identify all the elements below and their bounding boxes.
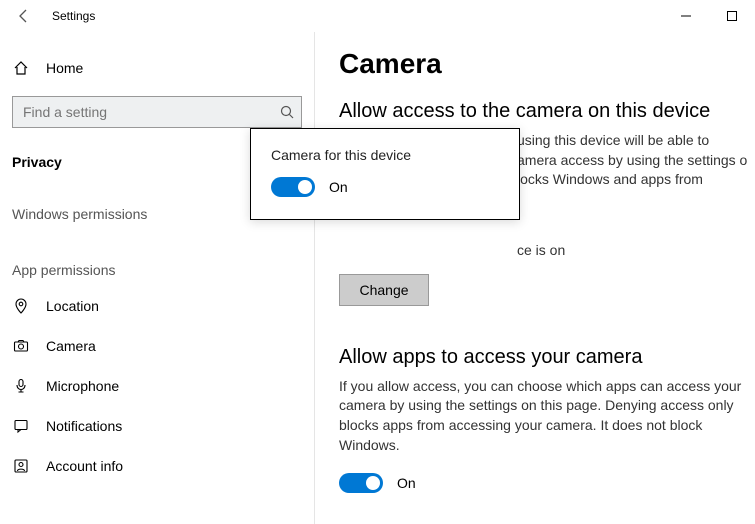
search-icon [280, 105, 294, 119]
camera-icon [12, 338, 30, 354]
sidebar-item-label: Location [46, 298, 99, 314]
device-camera-toggle[interactable] [271, 177, 315, 197]
window-controls [663, 0, 755, 32]
account-icon [12, 458, 30, 474]
microphone-icon [12, 378, 30, 394]
maximize-icon [727, 11, 737, 21]
device-camera-popup: Camera for this device On [250, 128, 520, 220]
section-app-access: Allow apps to access your camera If you … [339, 346, 755, 493]
titlebar: Settings [0, 0, 755, 32]
notifications-icon [12, 418, 30, 434]
sidebar: Home Privacy Windows permissions App per… [0, 32, 315, 524]
back-arrow-icon [16, 8, 32, 24]
sidebar-item-label: Microphone [46, 378, 119, 394]
device-camera-toggle-row: On [271, 177, 499, 197]
sidebar-item-label: Home [46, 60, 83, 76]
sidebar-item-camera[interactable]: Camera [0, 326, 314, 366]
app-access-toggle-row: On [339, 473, 755, 493]
home-icon [12, 60, 30, 76]
sidebar-item-label: Notifications [46, 418, 122, 434]
sidebar-item-label: Account info [46, 458, 123, 474]
sidebar-item-microphone[interactable]: Microphone [0, 366, 314, 406]
section-title: Allow access to the camera on this devic… [339, 100, 755, 123]
back-button[interactable] [8, 0, 40, 32]
minimize-icon [681, 11, 691, 21]
sidebar-item-location[interactable]: Location [0, 286, 314, 326]
search-input[interactable] [12, 96, 302, 128]
search-container [12, 96, 302, 128]
content-pane: Camera Allow access to the camera on thi… [315, 32, 755, 524]
popup-title: Camera for this device [271, 147, 499, 163]
toggle-label: On [397, 475, 416, 491]
change-button[interactable]: Change [339, 274, 429, 306]
section-body: If you allow access, you can choose whic… [339, 377, 755, 455]
sidebar-group-app-permissions: App permissions [0, 252, 314, 286]
sidebar-item-home[interactable]: Home [0, 48, 314, 88]
maximize-button[interactable] [709, 0, 755, 32]
toggle-label: On [329, 179, 348, 195]
app-access-toggle[interactable] [339, 473, 383, 493]
minimize-button[interactable] [663, 0, 709, 32]
device-access-status: ce is on [517, 242, 755, 258]
sidebar-item-label: Camera [46, 338, 96, 354]
page-title: Camera [339, 48, 755, 80]
sidebar-item-notifications[interactable]: Notifications [0, 406, 314, 446]
window-title: Settings [52, 9, 95, 23]
location-icon [12, 298, 30, 314]
sidebar-item-account-info[interactable]: Account info [0, 446, 314, 486]
section-title: Allow apps to access your camera [339, 346, 755, 369]
section-body-partial: using this device will be able to amera … [517, 131, 755, 190]
